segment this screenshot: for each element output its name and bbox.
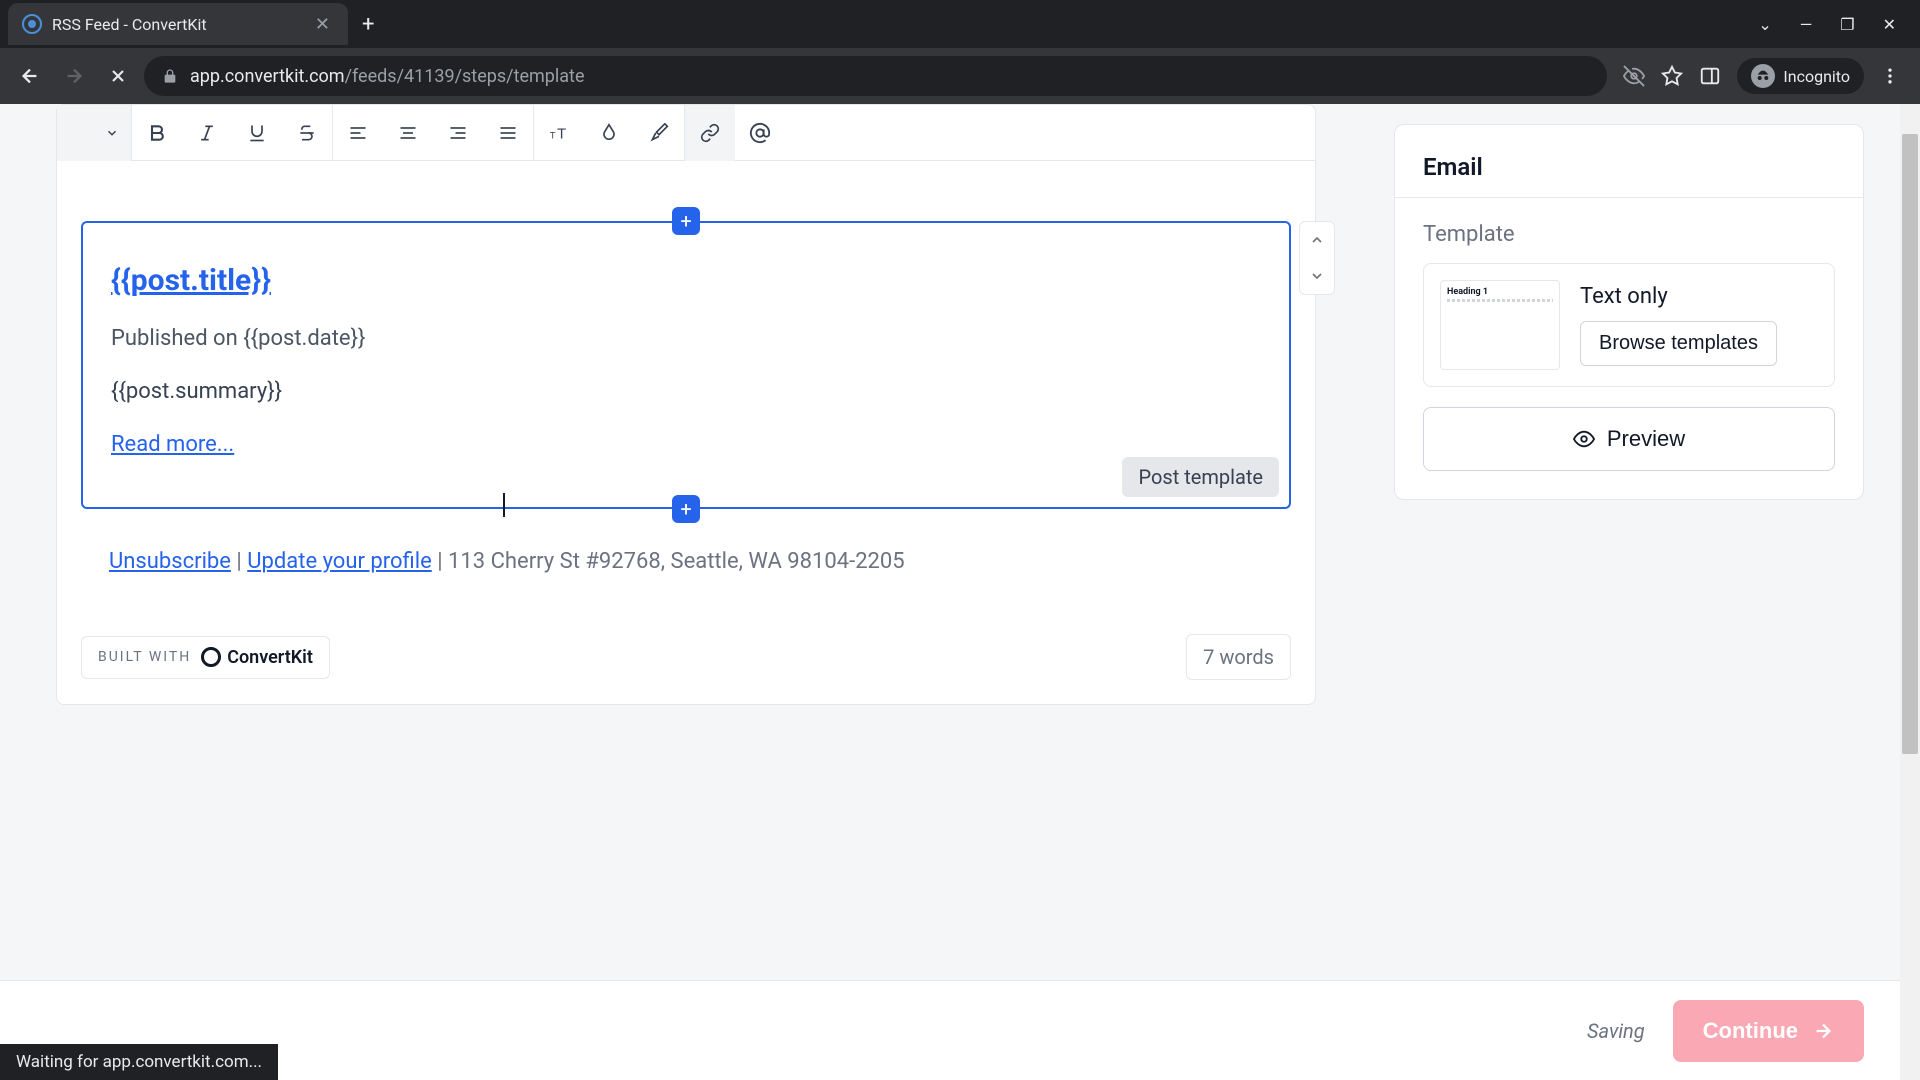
browse-templates-button[interactable]: Browse templates xyxy=(1580,321,1777,366)
favicon-icon xyxy=(22,14,42,34)
editor-toolbar: TT xyxy=(57,105,1315,161)
built-with-badge[interactable]: BUILT WITH ConvertKit xyxy=(81,636,330,679)
highlight-button[interactable] xyxy=(634,105,684,161)
address-bar[interactable]: app.convertkit.com/feeds/41139/steps/tem… xyxy=(144,56,1607,96)
align-right-button[interactable] xyxy=(433,105,483,161)
preview-button[interactable]: Preview xyxy=(1423,407,1835,471)
template-name: Text only xyxy=(1580,284,1777,309)
svg-text:T: T xyxy=(550,130,556,140)
browser-status-bar: Waiting for app.convertkit.com... xyxy=(0,1044,278,1080)
footer-address: 113 Cherry St #92768, Seattle, WA 98104-… xyxy=(448,549,905,574)
link-button[interactable] xyxy=(685,105,735,161)
block-type-label: Post template xyxy=(1122,457,1279,497)
right-sidebar: Email Template Heading 1 Text only Brows… xyxy=(1394,124,1864,500)
sidebar-divider xyxy=(1395,197,1863,198)
bottom-action-bar: Saving Continue xyxy=(0,980,1920,1080)
close-window-icon[interactable]: ✕ xyxy=(1883,15,1896,34)
browser-tab-strip: RSS Feed - ConvertKit ✕ + ⌄ — ❐ ✕ xyxy=(0,0,1920,48)
bold-button[interactable] xyxy=(132,105,182,161)
post-title[interactable]: {{post.title}} xyxy=(111,263,1261,298)
vertical-scrollbar[interactable] xyxy=(1900,104,1920,1080)
move-down-button[interactable] xyxy=(1300,258,1334,294)
move-up-button[interactable] xyxy=(1300,222,1334,258)
forward-button[interactable] xyxy=(56,58,92,94)
block-move-controls xyxy=(1299,221,1335,295)
sidebar-title: Email xyxy=(1423,153,1835,181)
convertkit-logo-icon xyxy=(201,647,221,667)
template-thumbnail[interactable]: Heading 1 xyxy=(1440,280,1560,370)
minimize-icon[interactable]: — xyxy=(1800,15,1813,34)
word-count: 7 words xyxy=(1186,634,1291,680)
italic-button[interactable] xyxy=(182,105,232,161)
post-published-meta[interactable]: Published on {{post.date}} xyxy=(111,326,1261,351)
bookmark-icon[interactable] xyxy=(1661,65,1683,87)
editor-footer: BUILT WITH ConvertKit 7 words xyxy=(57,618,1315,704)
incognito-icon xyxy=(1751,64,1775,88)
convertkit-logo: ConvertKit xyxy=(201,647,313,668)
browser-menu-icon[interactable] xyxy=(1880,66,1900,86)
url-path: /feeds/41139/steps/template xyxy=(345,66,585,87)
tab-title: RSS Feed - ConvertKit xyxy=(52,15,301,34)
incognito-label: Incognito xyxy=(1783,67,1850,86)
page-content: TT xyxy=(0,104,1920,1080)
update-profile-link[interactable]: Update your profile xyxy=(247,549,432,574)
read-more-link[interactable]: Read more... xyxy=(111,432,234,457)
saving-status: Saving xyxy=(1587,1019,1645,1043)
mention-button[interactable] xyxy=(735,105,785,161)
editor-card: TT xyxy=(56,104,1316,705)
address-bar-row: app.convertkit.com/feeds/41139/steps/tem… xyxy=(0,48,1920,104)
unsubscribe-link[interactable]: Unsubscribe xyxy=(109,549,231,574)
eye-icon xyxy=(1573,428,1595,450)
window-controls: ⌄ — ❐ ✕ xyxy=(1734,0,1920,48)
align-left-button[interactable] xyxy=(333,105,383,161)
font-size-button[interactable]: TT xyxy=(534,105,584,161)
side-panel-icon[interactable] xyxy=(1699,65,1721,87)
style-dropdown[interactable] xyxy=(57,105,131,161)
lock-icon xyxy=(162,68,178,84)
maximize-icon[interactable]: ❐ xyxy=(1840,15,1854,34)
url-domain: app.convertkit.com xyxy=(190,66,345,87)
add-block-above-button[interactable]: + xyxy=(672,207,700,235)
text-cursor xyxy=(503,493,505,517)
post-template-block[interactable]: {{post.title}} Published on {{post.date}… xyxy=(81,221,1291,509)
close-tab-icon[interactable]: ✕ xyxy=(311,14,334,35)
align-justify-button[interactable] xyxy=(483,105,533,161)
template-label: Template xyxy=(1423,222,1835,247)
back-button[interactable] xyxy=(12,58,48,94)
align-center-button[interactable] xyxy=(383,105,433,161)
text-color-button[interactable] xyxy=(584,105,634,161)
strikethrough-button[interactable] xyxy=(282,105,332,161)
scrollbar-thumb[interactable] xyxy=(1902,134,1918,754)
new-tab-button[interactable]: + xyxy=(348,12,388,37)
svg-text:T: T xyxy=(557,126,566,142)
add-block-below-button[interactable]: + xyxy=(672,495,700,523)
tab-overview-icon[interactable]: ⌄ xyxy=(1758,15,1771,34)
stop-reload-button[interactable] xyxy=(100,58,136,94)
browser-tab[interactable]: RSS Feed - ConvertKit ✕ xyxy=(8,3,348,45)
post-summary[interactable]: {{post.summary}} xyxy=(111,379,1261,404)
editor-body[interactable]: + {{post.title}} Published on {{post.dat… xyxy=(57,161,1315,618)
underline-button[interactable] xyxy=(232,105,282,161)
tracking-blocked-icon[interactable] xyxy=(1623,65,1645,87)
template-selector: Heading 1 Text only Browse templates xyxy=(1423,263,1835,387)
arrow-right-icon xyxy=(1812,1020,1834,1042)
continue-button[interactable]: Continue xyxy=(1673,1000,1864,1062)
incognito-badge[interactable]: Incognito xyxy=(1737,58,1864,94)
